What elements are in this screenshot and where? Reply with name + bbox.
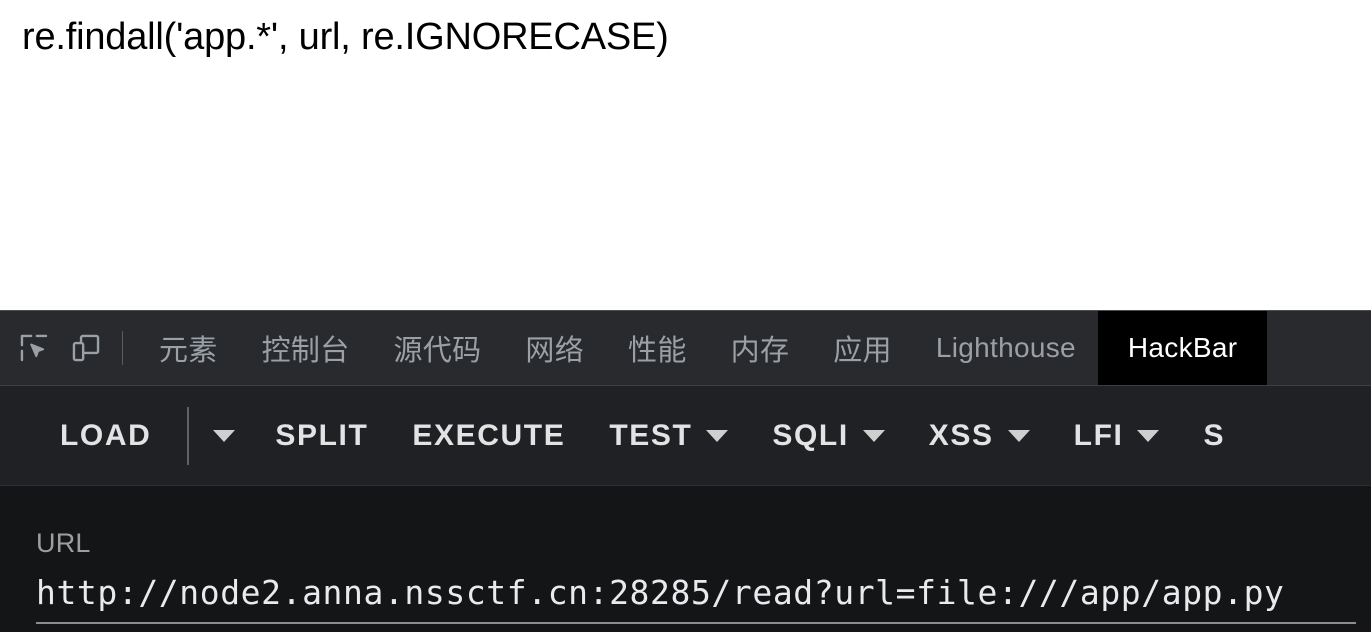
url-input-value: http://node2.anna.nssctf.cn:28285/read?u…	[36, 573, 1285, 612]
tab-label: 控制台	[261, 335, 350, 367]
chevron-down-icon	[213, 429, 236, 442]
chevron-down-icon	[1007, 429, 1030, 442]
tab-hackbar[interactable]: HackBar	[1097, 311, 1268, 385]
tabstrip-divider	[122, 331, 123, 365]
tab-performance[interactable]: 性能	[606, 311, 709, 385]
tab-network[interactable]: 网络	[503, 311, 606, 385]
tab-label: 应用	[833, 335, 892, 367]
device-toolbar-icon[interactable]	[60, 322, 112, 374]
inspect-element-icon[interactable]	[8, 322, 60, 374]
split-button[interactable]: SPLIT	[253, 386, 390, 485]
tab-label: 内存	[730, 335, 790, 367]
chevron-down-icon	[1137, 429, 1160, 442]
web-page-content: re.findall('app.*', url, re.IGNORECASE)	[0, 0, 1371, 310]
tab-label: Lighthouse	[935, 332, 1076, 363]
execute-button-label: EXECUTE	[412, 418, 566, 452]
page-code-text: re.findall('app.*', url, re.IGNORECASE)	[22, 16, 669, 58]
load-button-label: LOAD	[60, 418, 152, 452]
url-field-label: URL	[36, 528, 91, 558]
tab-lighthouse[interactable]: Lighthouse	[914, 311, 1098, 385]
sqli-menu-button[interactable]: SQLI	[750, 386, 906, 485]
toolbar-divider	[187, 406, 190, 465]
url-input[interactable]: http://node2.anna.nssctf.cn:28285/read?u…	[36, 569, 1356, 624]
lfi-menu-button[interactable]: LFI	[1052, 386, 1182, 485]
load-button[interactable]: LOAD	[38, 386, 173, 485]
tab-label: 源代码	[393, 335, 482, 367]
tab-sources[interactable]: 源代码	[372, 311, 504, 385]
lfi-button-label: LFI	[1073, 418, 1124, 452]
split-button-label: SPLIT	[275, 418, 369, 452]
tab-label: 元素	[159, 335, 218, 367]
test-menu-button[interactable]: TEST	[587, 386, 750, 485]
tab-label: HackBar	[1127, 332, 1238, 363]
screenshot-root: re.findall('app.*', url, re.IGNORECASE) …	[0, 0, 1371, 632]
xss-button-label: XSS	[928, 418, 994, 452]
sqli-button-label: SQLI	[772, 418, 849, 452]
chevron-down-icon	[706, 429, 729, 442]
tab-label: 网络	[525, 335, 585, 367]
hackbar-toolbar: LOAD SPLIT EXECUTE TEST SQLI XSS LFI S	[0, 386, 1371, 486]
devtools-tabstrip: 元素 控制台 源代码 网络 性能 内存 应用 Lighthouse HackBa…	[0, 311, 1371, 386]
ssrf-button-label: S	[1203, 418, 1226, 452]
test-button-label: TEST	[609, 418, 693, 452]
execute-button[interactable]: EXECUTE	[390, 386, 587, 485]
tab-memory[interactable]: 内存	[709, 311, 812, 385]
tab-application[interactable]: 应用	[811, 311, 914, 385]
ssrf-menu-button[interactable]: S	[1181, 386, 1247, 485]
tab-console[interactable]: 控制台	[240, 311, 372, 385]
xss-menu-button[interactable]: XSS	[907, 386, 1052, 485]
chevron-down-icon	[862, 429, 885, 442]
tab-elements[interactable]: 元素	[137, 311, 240, 385]
load-dropdown-button[interactable]	[195, 386, 253, 485]
tab-label: 性能	[628, 335, 687, 367]
